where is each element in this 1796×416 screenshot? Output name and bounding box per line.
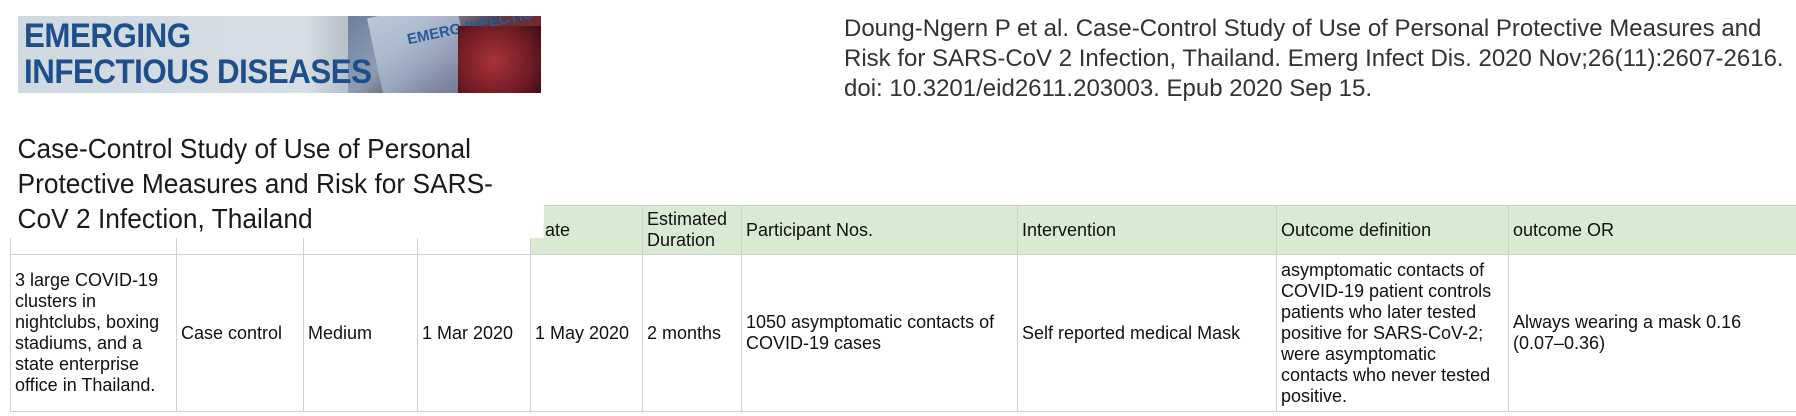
- journal-name: EMERGING INFECTIOUS DISEASES®: [24, 18, 372, 93]
- header-cell-date: date: [530, 205, 643, 255]
- cell-participants: 1050 asymptomatic contacts of COVID-19 c…: [741, 254, 1018, 412]
- cell-intervention: Self reported medical Mask: [1017, 254, 1277, 412]
- citation-text: Doung-Ngern P et al. Case-Control Study …: [844, 15, 1784, 102]
- header-cell-intervention: Intervention: [1017, 205, 1277, 255]
- journal-cover-image: EMERG INFECTIO: [348, 16, 541, 93]
- journal-name-line1: EMERGING: [24, 17, 191, 55]
- cell-setting: 3 large COVID-19 clusters in nightclubs,…: [10, 254, 177, 412]
- cell-outcome-definition: asymptomatic contacts of COVID-19 patien…: [1276, 254, 1509, 412]
- header-cell-participants: Participant Nos.: [741, 205, 1018, 255]
- cell-end-date: 1 May 2020: [530, 254, 643, 412]
- cell-duration: 2 months: [642, 254, 742, 412]
- header-cell-outcome-or: outcome OR: [1508, 205, 1796, 255]
- header-cell-duration: Estimated Duration: [642, 205, 742, 255]
- header-cell-outcome-definition: Outcome definition: [1276, 205, 1509, 255]
- table-row: 3 large COVID-19 clusters in nightclubs,…: [10, 254, 1796, 412]
- journal-name-line2: INFECTIOUS DISEASES: [24, 53, 372, 91]
- cell-start-date: 1 Mar 2020: [417, 254, 531, 412]
- cell-outcome-or: Always wearing a mask 0.16 (0.07–0.36): [1508, 254, 1796, 412]
- cell-design: Case control: [176, 254, 304, 412]
- paper-title: Case-Control Study of Use of Personal Pr…: [10, 131, 544, 238]
- journal-banner-logo: EMERG INFECTIO EMERGING INFECTIOUS DISEA…: [18, 16, 541, 93]
- cell-quality: Medium: [303, 254, 418, 412]
